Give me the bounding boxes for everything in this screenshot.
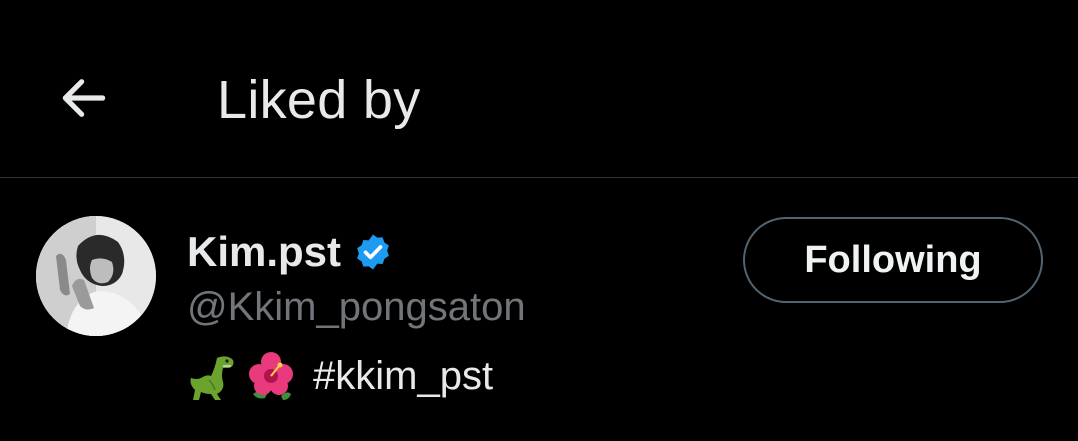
- bio-hashtag[interactable]: #kkim_pst: [313, 354, 493, 399]
- verified-badge-icon: [357, 234, 389, 270]
- user-bio: #kkim_pst: [187, 348, 493, 404]
- display-name-row: Kim.pst: [187, 226, 393, 278]
- user-handle: @Kkim_pongsaton: [187, 285, 526, 329]
- following-button[interactable]: Following: [743, 217, 1043, 303]
- display-name[interactable]: Kim.pst: [187, 226, 341, 278]
- dinosaur-emoji: [190, 356, 234, 400]
- page-header: Liked by: [0, 0, 1078, 178]
- avatar-photo: [36, 216, 156, 336]
- hibiscus-emoji: [249, 352, 293, 400]
- avatar[interactable]: [36, 216, 156, 336]
- user-list-item[interactable]: Kim.pst @Kkim_pongsaton #kkim_pst Follow…: [0, 178, 1078, 441]
- page-title: Liked by: [217, 70, 421, 130]
- back-button[interactable]: [44, 58, 124, 138]
- arrow-left-icon: [62, 79, 106, 117]
